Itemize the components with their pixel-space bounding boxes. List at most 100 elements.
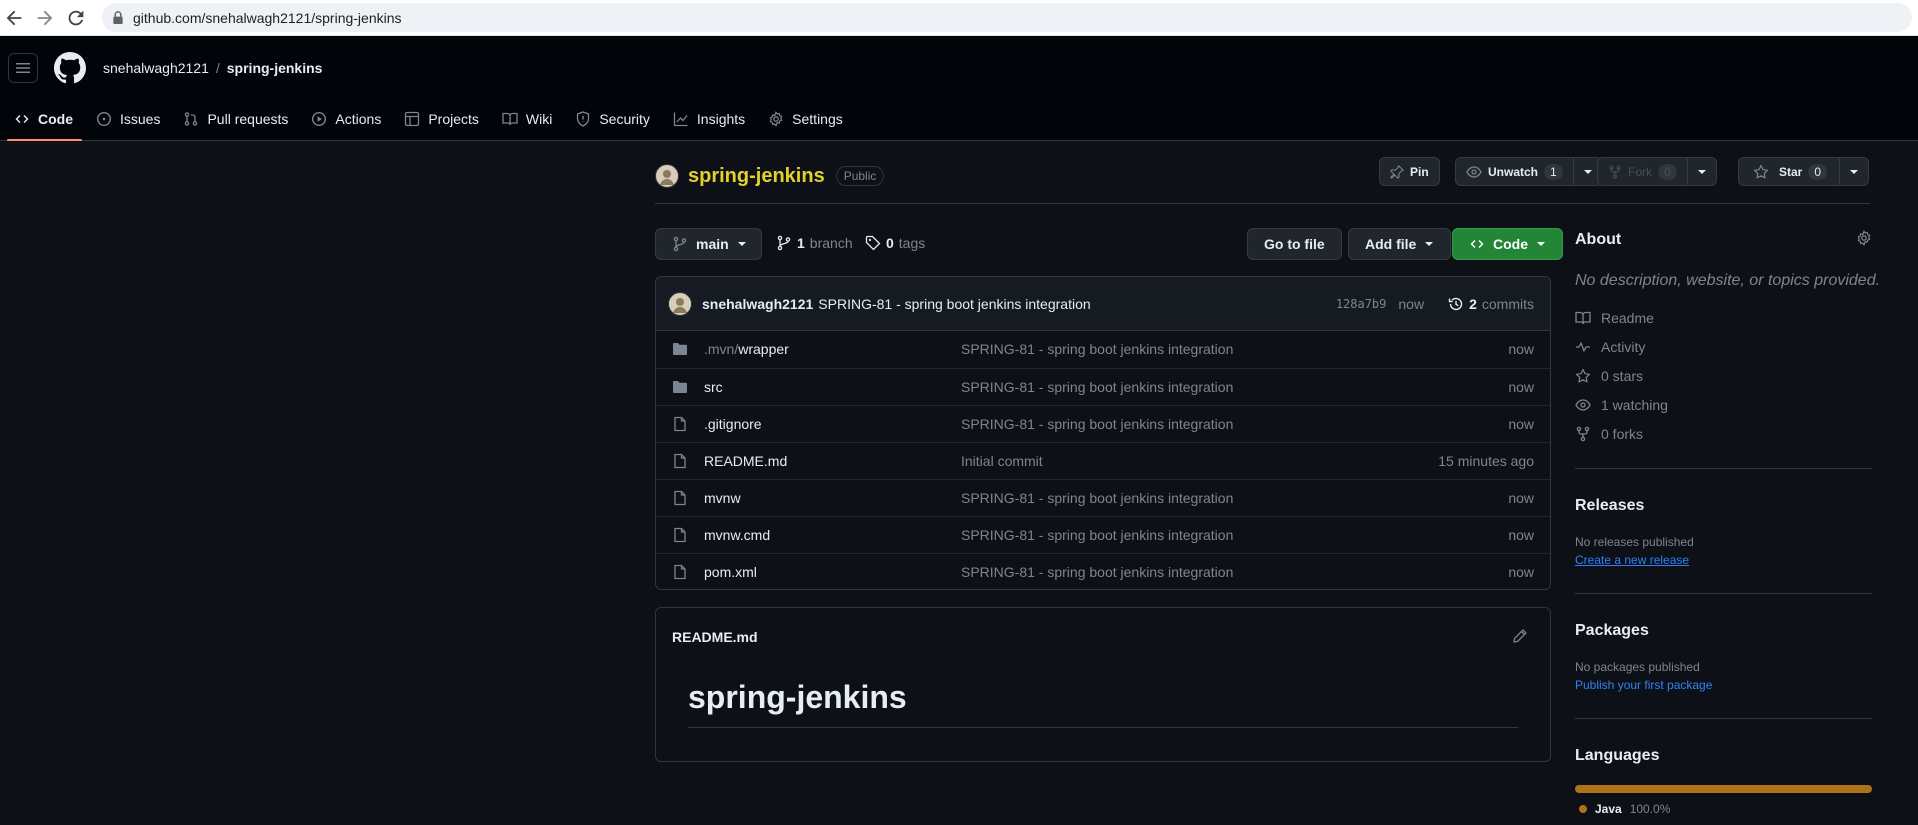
pulse-icon: [1576, 342, 1590, 352]
tab-wiki[interactable]: Wiki: [488, 96, 561, 141]
fork-action: Fork 0: [1597, 157, 1717, 186]
unwatch-button[interactable]: Unwatch 1: [1455, 157, 1574, 186]
fork-count: 0: [1658, 163, 1677, 180]
header-divider: [655, 203, 1870, 204]
file-name[interactable]: .gitignore: [704, 416, 762, 432]
sidebar-divider: [1575, 468, 1872, 469]
readme-link[interactable]: Readme: [1575, 310, 1654, 326]
file-name[interactable]: src: [704, 379, 723, 395]
releases-title[interactable]: Releases: [1575, 497, 1644, 515]
table-row[interactable]: mvnw.cmd SPRING-81 - spring boot jenkins…: [656, 516, 1550, 553]
branch-selector-button[interactable]: main: [655, 228, 762, 260]
star-dropdown-button[interactable]: [1840, 157, 1870, 186]
file-browser: snehalwagh2121 SPRING-81 - spring boot j…: [655, 276, 1551, 590]
reload-icon[interactable]: [65, 7, 87, 29]
tab-label: Insights: [696, 110, 746, 127]
file-commit-message[interactable]: SPRING-81 - spring boot jenkins integrat…: [961, 527, 1233, 543]
tab-issues[interactable]: Issues: [82, 96, 169, 141]
pin-icon: [1390, 164, 1404, 179]
file-commit-message[interactable]: SPRING-81 - spring boot jenkins integrat…: [961, 379, 1233, 395]
go-to-file-button[interactable]: Go to file: [1247, 228, 1342, 260]
file-name[interactable]: mvnw.cmd: [704, 527, 770, 543]
about-description: No description, website, or topics provi…: [1575, 272, 1881, 289]
file-commit-message[interactable]: Initial commit: [961, 453, 1043, 469]
tab-insights[interactable]: Insights: [659, 96, 754, 141]
pin-label: Pin: [1410, 164, 1429, 179]
repo-link[interactable]: spring-jenkins: [227, 60, 323, 76]
tag-icon: [865, 235, 881, 251]
stars-link[interactable]: 0 stars: [1575, 368, 1643, 384]
tab-security[interactable]: Security: [561, 96, 659, 141]
file-commit-message[interactable]: SPRING-81 - spring boot jenkins integrat…: [961, 490, 1233, 506]
pin-button[interactable]: Pin: [1379, 157, 1440, 186]
file-commit-message[interactable]: SPRING-81 - spring boot jenkins integrat…: [961, 341, 1233, 357]
file-commit-message[interactable]: SPRING-81 - spring boot jenkins integrat…: [961, 564, 1233, 580]
tab-pull-requests[interactable]: Pull requests: [169, 96, 297, 141]
star-icon: [1753, 164, 1769, 178]
file-name[interactable]: mvnw: [704, 490, 741, 506]
forks-link[interactable]: 0 forks: [1575, 426, 1643, 442]
chevron-down-icon: [1697, 169, 1706, 174]
avatar[interactable]: [668, 291, 692, 316]
file-age: now: [1508, 416, 1534, 432]
file-name[interactable]: README.md: [704, 453, 787, 469]
commit-message[interactable]: SPRING-81 - spring boot jenkins integrat…: [818, 296, 1090, 312]
commits-history-link[interactable]: 2 commits: [1448, 296, 1534, 312]
github-header: snehalwagh2121 / spring-jenkins Code Issue…: [0, 36, 1918, 141]
tags-link[interactable]: 0 tags: [865, 235, 925, 251]
repo-title[interactable]: spring-jenkins: [688, 165, 825, 188]
tab-code[interactable]: Code: [0, 96, 82, 141]
forward-arrow-icon[interactable]: [34, 7, 56, 29]
commit-author[interactable]: snehalwagh2121: [702, 296, 813, 312]
github-logo-icon[interactable]: [54, 52, 86, 84]
back-arrow-icon[interactable]: [3, 7, 25, 29]
activity-link[interactable]: Activity: [1575, 339, 1645, 355]
language-item[interactable]: Java 100.0%: [1579, 802, 1670, 816]
file-age: 15 minutes ago: [1438, 453, 1534, 469]
tab-settings[interactable]: Settings: [754, 96, 852, 141]
add-file-button[interactable]: Add file: [1348, 228, 1452, 260]
file-name[interactable]: pom.xml: [704, 564, 757, 580]
code-button[interactable]: Code: [1452, 228, 1563, 260]
hamburger-menu-button[interactable]: [8, 53, 38, 83]
table-row[interactable]: .gitignore SPRING-81 - spring boot jenki…: [656, 405, 1550, 442]
publish-package-link[interactable]: Publish your first package: [1575, 678, 1712, 692]
tab-label: Issues: [120, 110, 161, 127]
readme-filename[interactable]: README.md: [672, 629, 758, 645]
star-count: 0: [1808, 163, 1828, 180]
language-bar: [1575, 785, 1872, 793]
avatar[interactable]: [655, 164, 679, 188]
table-row[interactable]: .mvn/wrapper SPRING-81 - spring boot jen…: [656, 331, 1550, 368]
gear-icon[interactable]: [1856, 230, 1872, 246]
branch-name: main: [696, 236, 729, 252]
folder-icon: [672, 379, 688, 395]
file-age: now: [1508, 564, 1534, 580]
tab-actions[interactable]: Actions: [297, 96, 390, 141]
create-release-link[interactable]: Create a new release: [1575, 553, 1689, 567]
repo-nav-tabs: Code Issues Pull requests Actions Projec…: [0, 96, 852, 141]
table-row[interactable]: src SPRING-81 - spring boot jenkins inte…: [656, 368, 1550, 405]
tab-projects[interactable]: Projects: [390, 96, 488, 141]
owner-link[interactable]: snehalwagh2121: [103, 60, 209, 76]
fork-dropdown-button[interactable]: [1687, 157, 1717, 186]
file-icon: [672, 416, 688, 432]
pencil-icon[interactable]: [1512, 628, 1528, 644]
tag-label: tags: [898, 235, 926, 251]
branches-link[interactable]: 1 branch: [776, 235, 853, 251]
file-name[interactable]: .mvn/wrapper: [704, 341, 789, 357]
file-commit-message[interactable]: SPRING-81 - spring boot jenkins integrat…: [961, 416, 1233, 432]
chevron-down-icon: [1583, 169, 1592, 174]
address-bar[interactable]: github.com/snehalwagh2121/spring-jenkins: [102, 3, 1912, 32]
table-row[interactable]: pom.xml SPRING-81 - spring boot jenkins …: [656, 553, 1550, 589]
graph-icon: [673, 111, 689, 127]
table-row[interactable]: README.md Initial commit 15 minutes ago: [656, 442, 1550, 479]
tab-label: Settings: [792, 110, 843, 127]
packages-title[interactable]: Packages: [1575, 622, 1649, 640]
file-name-text: mvnw: [704, 490, 741, 506]
commit-sha[interactable]: 128a7b9: [1336, 297, 1387, 311]
fork-button[interactable]: Fork 0: [1597, 157, 1688, 186]
watching-link[interactable]: 1 watching: [1575, 397, 1668, 413]
star-button[interactable]: Star 0: [1738, 157, 1841, 186]
table-row[interactable]: mvnw SPRING-81 - spring boot jenkins int…: [656, 479, 1550, 516]
star-action: Star 0: [1738, 157, 1870, 186]
